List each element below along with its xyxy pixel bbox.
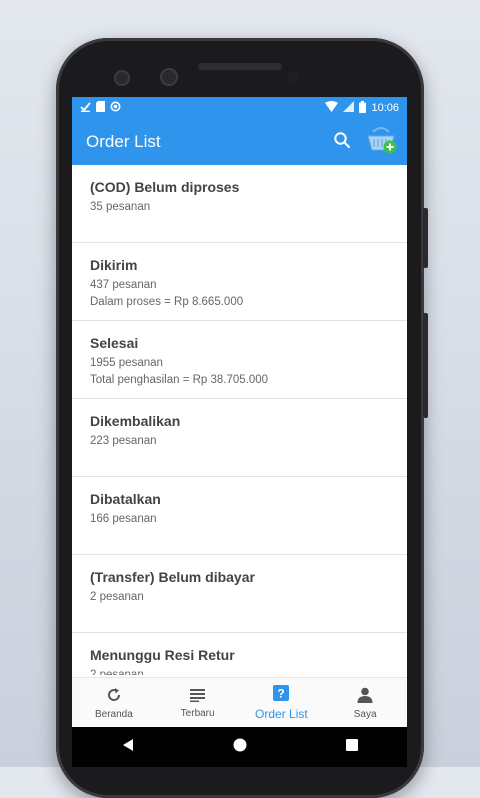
order-count: 166 pesanan xyxy=(90,513,157,525)
list-icon xyxy=(190,688,206,705)
nav-label: Saya xyxy=(353,708,377,720)
nav-item-beranda[interactable]: Beranda xyxy=(72,678,156,727)
proximity-sensor-icon xyxy=(288,72,298,82)
front-sensor-icon xyxy=(160,68,178,86)
order-status-title: Selesai xyxy=(90,335,139,351)
record-icon xyxy=(110,101,121,115)
order-status-title: (COD) Belum diproses xyxy=(90,179,240,195)
order-count: 35 pesanan xyxy=(90,201,151,213)
front-camera-icon xyxy=(114,70,130,86)
order-count: 2 pesanan xyxy=(90,669,144,675)
recents-icon[interactable] xyxy=(345,738,358,756)
signal-icon xyxy=(343,101,355,115)
search-icon[interactable] xyxy=(333,131,351,154)
list-item[interactable]: (COD) Belum diproses 35 pesanan xyxy=(72,165,407,243)
nav-item-order-list[interactable]: ? Order List xyxy=(240,678,324,727)
page-title: Order List xyxy=(86,132,161,151)
nav-label: Terbaru xyxy=(180,707,215,719)
earpiece-speaker xyxy=(198,63,282,70)
person-icon xyxy=(357,687,373,706)
list-item[interactable]: Dikembalikan 223 pesanan xyxy=(72,399,407,477)
order-amount: Total penghasilan = Rp 38.705.000 xyxy=(90,374,269,386)
order-status-title: (Transfer) Belum dibayar xyxy=(90,569,255,585)
bottom-navigation: Beranda Terbaru ? Order List Saya xyxy=(72,677,407,727)
back-icon[interactable] xyxy=(121,738,135,757)
list-item[interactable]: (Transfer) Belum dibayar 2 pesanan xyxy=(72,555,407,633)
order-count: 223 pesanan xyxy=(90,435,157,447)
order-status-title: Dikirim xyxy=(90,257,138,273)
order-list: (COD) Belum diproses 35 pesanan Dikirim … xyxy=(72,165,407,675)
system-navigation-bar xyxy=(72,727,407,767)
app-screen: 10:06 Order List (COD) Belum diproses 35 xyxy=(72,97,407,727)
status-time: 10:06 xyxy=(371,102,399,114)
refresh-icon xyxy=(106,687,122,706)
download-done-icon xyxy=(80,101,91,115)
order-count: 437 pesanan xyxy=(90,279,157,291)
list-item[interactable]: Selesai 1955 pesanan Total penghasilan =… xyxy=(72,321,407,399)
list-item[interactable]: Menunggu Resi Retur 2 pesanan xyxy=(72,633,407,675)
power-button xyxy=(423,208,428,268)
nav-label: Order List xyxy=(255,707,308,721)
nav-item-saya[interactable]: Saya xyxy=(323,678,407,727)
question-box-icon: ? xyxy=(273,685,290,704)
svg-text:?: ? xyxy=(278,687,285,701)
sd-card-icon xyxy=(96,101,105,115)
app-bar: Order List xyxy=(72,119,407,165)
volume-button xyxy=(423,313,428,418)
nav-label: Beranda xyxy=(94,708,133,720)
home-icon[interactable] xyxy=(233,738,247,757)
order-status-title: Dikembalikan xyxy=(90,413,181,429)
status-bar: 10:06 xyxy=(72,97,407,119)
order-count: 1955 pesanan xyxy=(90,357,163,369)
order-status-title: Menunggu Resi Retur xyxy=(90,647,235,663)
order-count: 2 pesanan xyxy=(90,591,144,603)
basket-add-icon[interactable] xyxy=(367,126,397,159)
wifi-icon xyxy=(325,101,339,115)
order-status-title: Dibatalkan xyxy=(90,491,161,507)
list-item[interactable]: Dibatalkan 166 pesanan xyxy=(72,477,407,555)
order-amount: Dalam proses = Rp 8.665.000 xyxy=(90,296,244,308)
battery-icon xyxy=(359,100,367,116)
list-item[interactable]: Dikirim 437 pesanan Dalam proses = Rp 8.… xyxy=(72,243,407,321)
nav-item-terbaru[interactable]: Terbaru xyxy=(156,678,240,727)
